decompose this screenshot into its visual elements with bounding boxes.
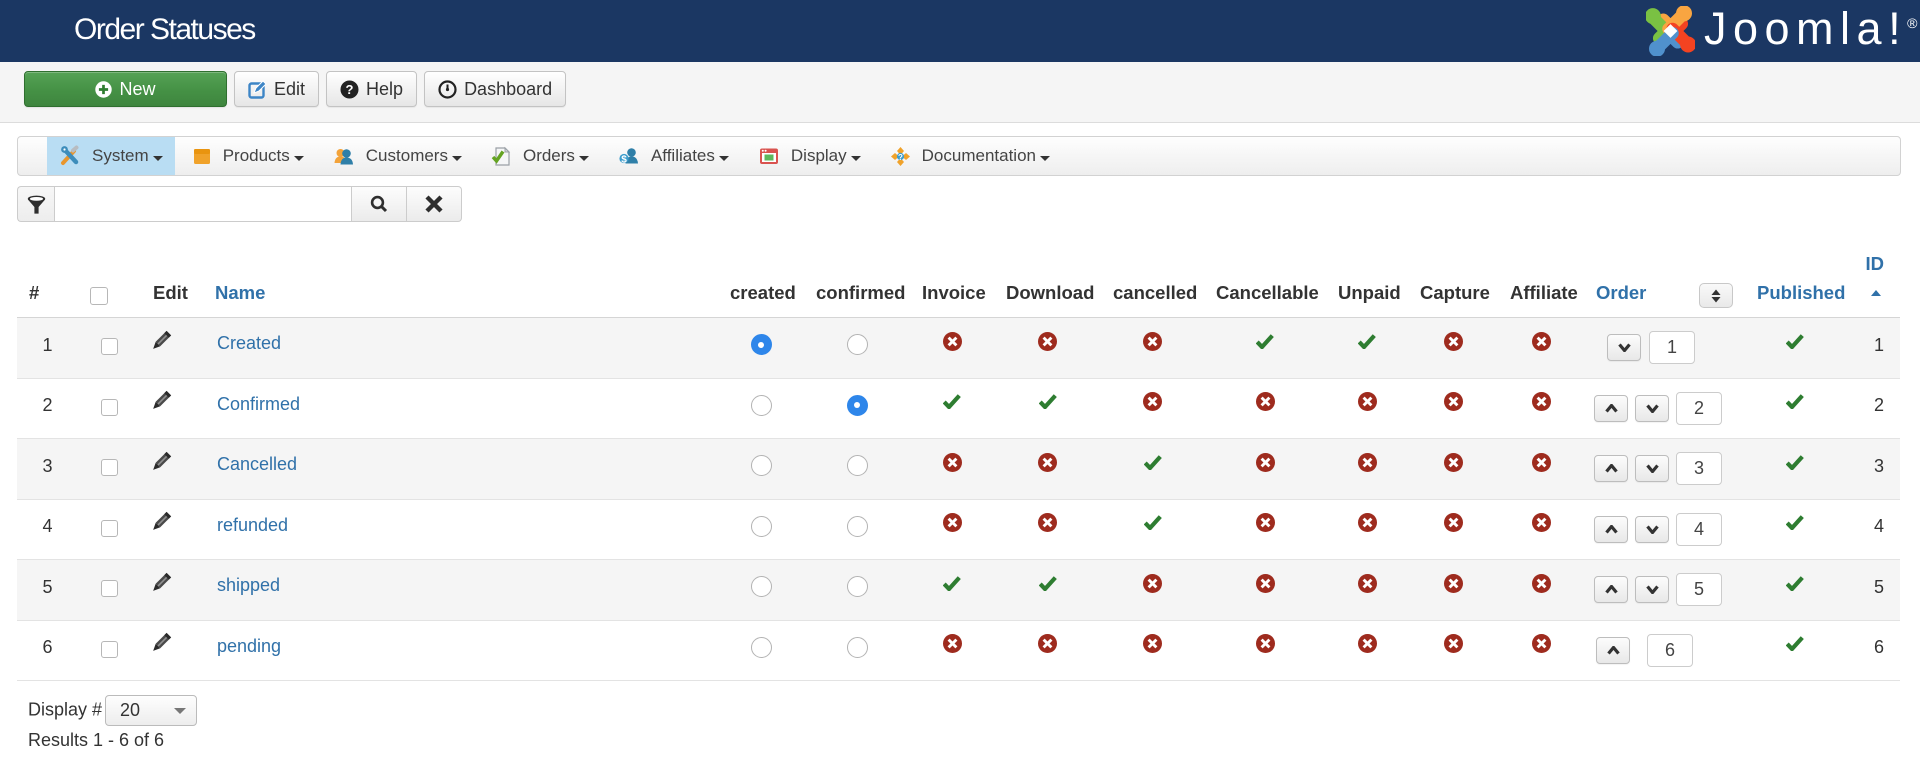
svg-text:?: ? — [898, 153, 903, 162]
svg-text:$: $ — [621, 154, 627, 165]
svg-text:?: ? — [346, 82, 354, 97]
